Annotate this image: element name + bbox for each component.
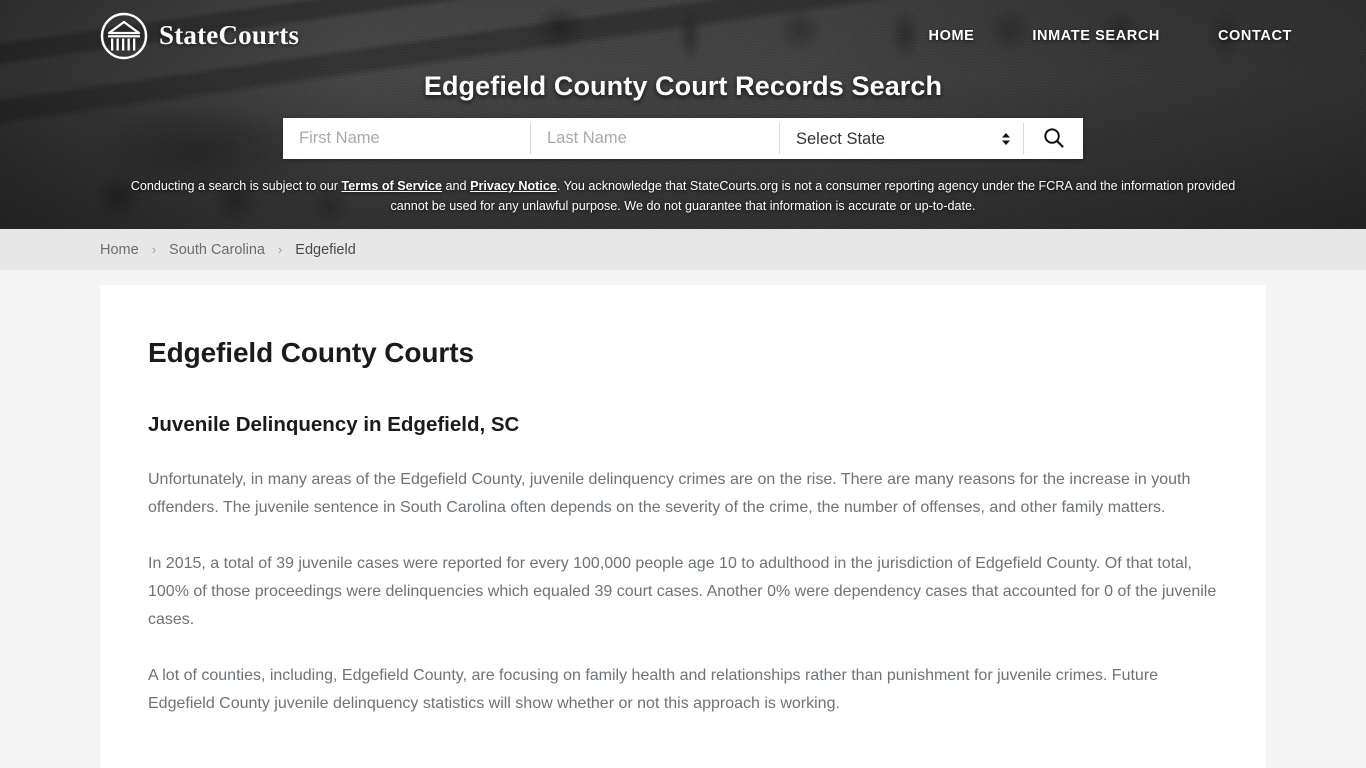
chevron-right-icon: ›: [277, 242, 283, 257]
terms-of-service-link[interactable]: Terms of Service: [341, 179, 442, 193]
first-name-input[interactable]: [283, 118, 530, 159]
court-records-search-bar: Select State: [283, 118, 1083, 159]
top-bar: StateCourts HOME INMATE SEARCH CONTACT: [0, 0, 1366, 71]
search-button[interactable]: [1024, 118, 1083, 159]
hero-title: Edgefield County Court Records Search: [423, 71, 943, 101]
page-body: Edgefield County Courts Juvenile Delinqu…: [0, 270, 1366, 768]
state-select-wrapper: Select State: [780, 118, 1024, 159]
content-card: Edgefield County Courts Juvenile Delinqu…: [100, 285, 1266, 768]
last-name-input[interactable]: [531, 118, 779, 159]
breadcrumb-bar: Home › South Carolina › Edgefield: [0, 229, 1366, 270]
page-title: Edgefield County Courts: [148, 337, 474, 368]
content-paragraph: In 2015, a total of 39 juvenile cases we…: [148, 555, 1217, 628]
state-select[interactable]: Select State: [780, 118, 1024, 159]
breadcrumb-item-home[interactable]: Home: [100, 242, 139, 258]
nav-item-contact[interactable]: CONTACT: [1218, 28, 1292, 44]
nav-item-home[interactable]: HOME: [929, 28, 975, 44]
search-disclaimer: Conducting a search is subject to our Te…: [128, 176, 1238, 216]
breadcrumb-item-south-carolina[interactable]: South Carolina: [169, 242, 265, 258]
breadcrumb-item-edgefield: Edgefield: [295, 241, 356, 258]
main-navigation: HOME INMATE SEARCH CONTACT: [929, 28, 1292, 44]
privacy-notice-link[interactable]: Privacy Notice: [470, 179, 557, 193]
chevron-right-icon: ›: [151, 242, 157, 257]
disclaimer-text-1: Conducting a search is subject to our: [130, 179, 342, 193]
breadcrumb: Home › South Carolina › Edgefield: [100, 242, 356, 258]
content-paragraph: Unfortunately, in many areas of the Edge…: [148, 471, 1191, 516]
magnifier-icon: [1042, 126, 1065, 152]
brand-logo-link[interactable]: StateCourts: [99, 11, 299, 61]
content-paragraph: A lot of counties, including, Edgefield …: [148, 667, 1159, 712]
disclaimer-text-2: and: [442, 179, 471, 193]
courthouse-circle-icon: [99, 11, 149, 61]
nav-item-inmate-search[interactable]: INMATE SEARCH: [1032, 28, 1160, 44]
brand-name: StateCourts: [159, 20, 300, 50]
site-header: StateCourts HOME INMATE SEARCH CONTACT E…: [0, 0, 1366, 229]
section-title: Juvenile Delinquency in Edgefield, SC: [148, 413, 520, 436]
